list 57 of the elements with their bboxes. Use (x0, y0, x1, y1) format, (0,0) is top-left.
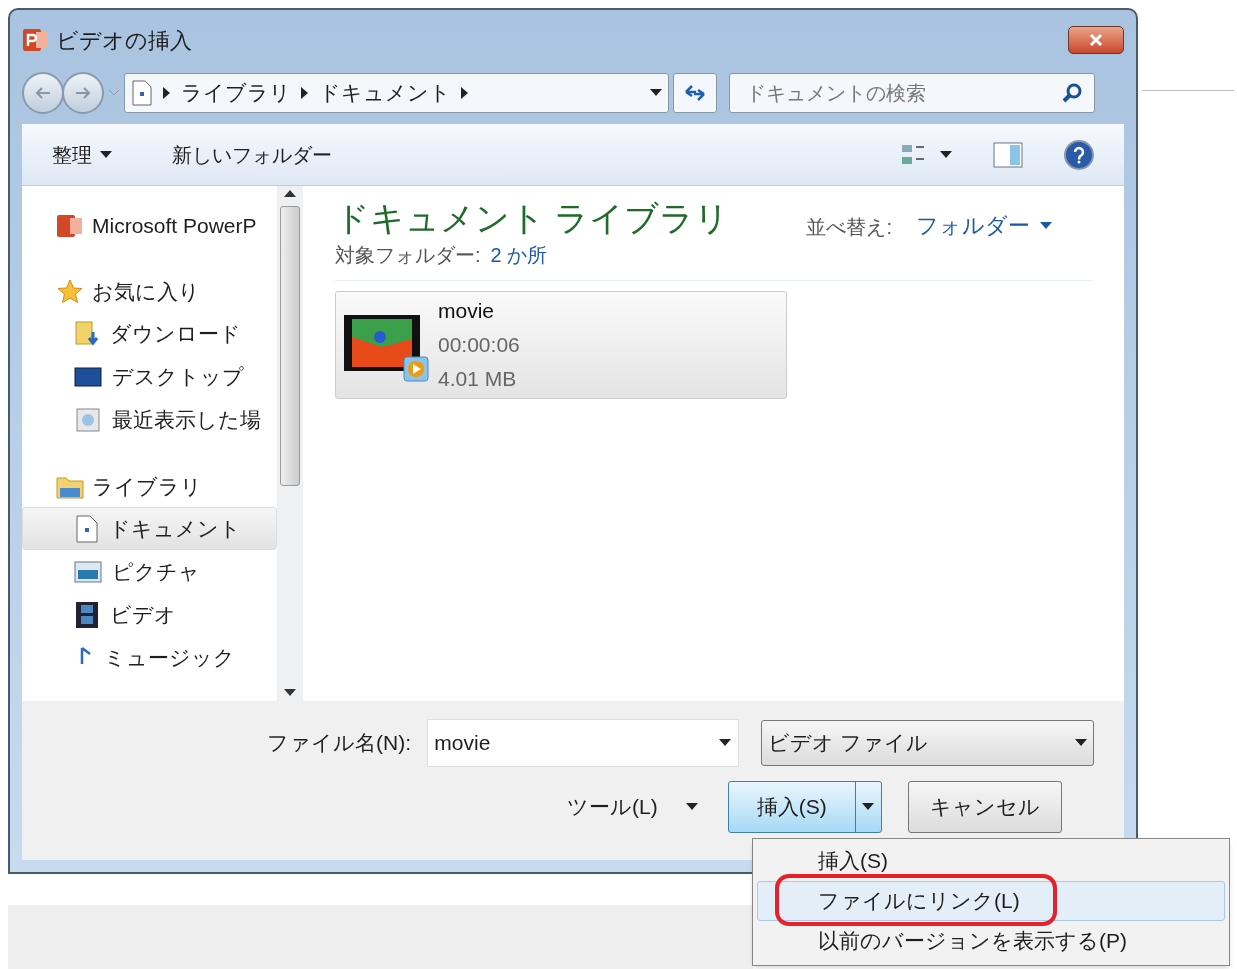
sidebar-item[interactable]: ビデオ (110, 598, 176, 631)
refresh-button[interactable] (673, 73, 717, 113)
address-bar[interactable]: ライブラリ ドキュメント (124, 73, 669, 113)
new-folder-button[interactable]: 新しいフォルダー (172, 139, 332, 170)
chevron-icon (301, 87, 309, 99)
file-duration: 00:00:06 (438, 332, 520, 358)
document-icon (75, 514, 99, 543)
cancel-button[interactable]: キャンセル (907, 781, 1062, 833)
organize-button[interactable]: 整理 (52, 139, 112, 170)
sidebar-item[interactable]: お気に入り (92, 276, 200, 308)
app-logo-icon (56, 212, 84, 240)
sidebar-item[interactable]: 最近表示した場 (112, 403, 261, 436)
tools-button[interactable]: ツール(L) (567, 791, 698, 823)
sidebar-item[interactable]: ミュージック (104, 641, 235, 674)
sidebar-item[interactable]: ダウンロード (110, 317, 241, 350)
desktop-icon (74, 364, 102, 389)
up-arrow-icon (284, 190, 296, 198)
picture-icon (74, 559, 102, 584)
sort-label: 並べ替え: (806, 215, 892, 240)
sort-dropdown[interactable]: フォルダー (916, 209, 1052, 242)
file-type-dropdown[interactable]: ビデオ ファイル (761, 720, 1094, 766)
scrollbar[interactable] (277, 186, 303, 701)
forward-arrow-icon (74, 86, 92, 100)
search-field[interactable]: ドキュメントの検索 (729, 73, 1095, 113)
library-folder-icon (56, 474, 84, 500)
back-arrow-icon (34, 86, 52, 100)
file-name: movie (438, 298, 496, 324)
refresh-icon (683, 83, 707, 103)
search-icon (1061, 82, 1083, 104)
sidebar-item[interactable]: ライブラリ (92, 471, 202, 503)
star-icon (56, 278, 84, 306)
help-icon (1073, 145, 1085, 164)
document-icon (131, 80, 153, 106)
file-tile[interactable]: movie 00:00:06 4.01 MB (335, 291, 787, 399)
sidebar-item[interactable]: ピクチャ (112, 555, 200, 588)
file-name-field[interactable]: movie (427, 719, 740, 767)
chevron-icon (163, 87, 171, 99)
library-title: ドキュメント ライブラリ (335, 198, 730, 239)
recent-places-icon (74, 405, 102, 434)
menu-item[interactable]: 以前のバージョンを表示する(P) (757, 921, 1225, 961)
file-name-label: ファイル名(N): (267, 730, 412, 757)
folder-count-label: 対象フォルダー: (335, 243, 481, 268)
breadcrumb[interactable]: ライブラリ (181, 77, 291, 109)
chevron-icon (461, 87, 469, 99)
download-folder-icon (74, 319, 100, 348)
breadcrumb[interactable]: ドキュメント (319, 77, 451, 109)
sidebar-item[interactable]: Microsoft PowerP (92, 210, 257, 242)
app-logo-icon (22, 26, 50, 54)
file-size: 4.01 MB (438, 366, 518, 392)
help-button[interactable] (1064, 139, 1094, 170)
folder-count-link[interactable]: 2 か所 (490, 240, 548, 270)
close-button[interactable] (1068, 26, 1124, 54)
film-icon (74, 600, 100, 629)
menu-item[interactable]: ファイルにリンク(L) (757, 881, 1225, 921)
down-arrow-icon (284, 689, 296, 697)
sidebar-item[interactable]: デスクトップ (112, 360, 244, 393)
window-title: ビデオの挿入 (56, 26, 192, 55)
